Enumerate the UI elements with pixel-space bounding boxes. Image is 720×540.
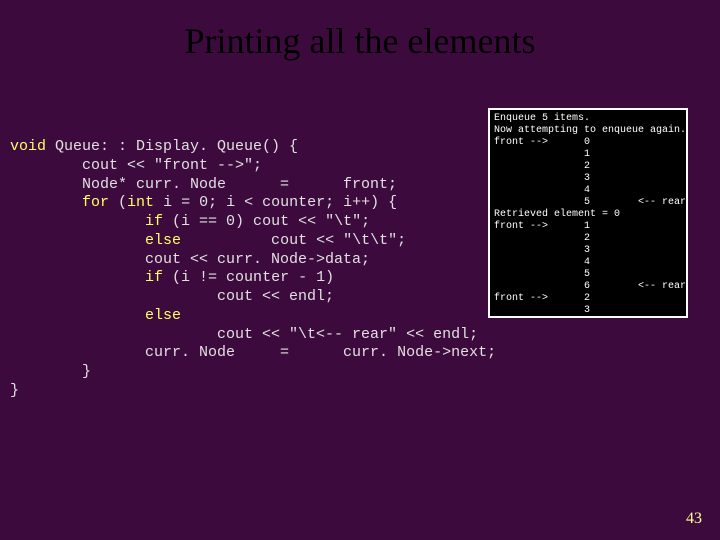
code-text <box>10 213 145 230</box>
code-text: } <box>10 363 91 380</box>
code-text <box>10 194 82 211</box>
code-block: void Queue: : Display. Queue() { cout <<… <box>10 138 496 401</box>
code-text: Node* curr. Node = front; <box>10 176 397 193</box>
code-text <box>10 307 145 324</box>
keyword: else <box>145 307 181 324</box>
keyword: if <box>145 269 163 286</box>
code-text: curr. Node = curr. Node->next; <box>10 344 496 361</box>
code-text: cout << "front -->"; <box>10 157 262 174</box>
code-text <box>10 232 145 249</box>
code-text: (i != counter - 1) <box>163 269 334 286</box>
code-text <box>10 269 145 286</box>
keyword: for <box>82 194 109 211</box>
code-text: Queue: : Display. Queue() { <box>46 138 298 155</box>
code-text: (i == 0) cout << "\t"; <box>163 213 370 230</box>
page-number: 43 <box>686 510 702 528</box>
keyword: if <box>145 213 163 230</box>
slide-title: Printing all the elements <box>0 0 720 62</box>
keyword: else <box>145 232 181 249</box>
code-text: } <box>10 382 19 399</box>
console-output: Enqueue 5 items. Now attempting to enque… <box>488 108 688 318</box>
keyword: int <box>127 194 154 211</box>
code-text: i = 0; i < counter; i++) { <box>154 194 397 211</box>
code-text: ( <box>109 194 127 211</box>
code-text: cout << "\t\t"; <box>181 232 406 249</box>
keyword: void <box>10 138 46 155</box>
code-text: cout << endl; <box>10 288 334 305</box>
code-text: cout << "\t<-- rear" << endl; <box>10 326 478 343</box>
code-text: cout << curr. Node->data; <box>10 251 370 268</box>
